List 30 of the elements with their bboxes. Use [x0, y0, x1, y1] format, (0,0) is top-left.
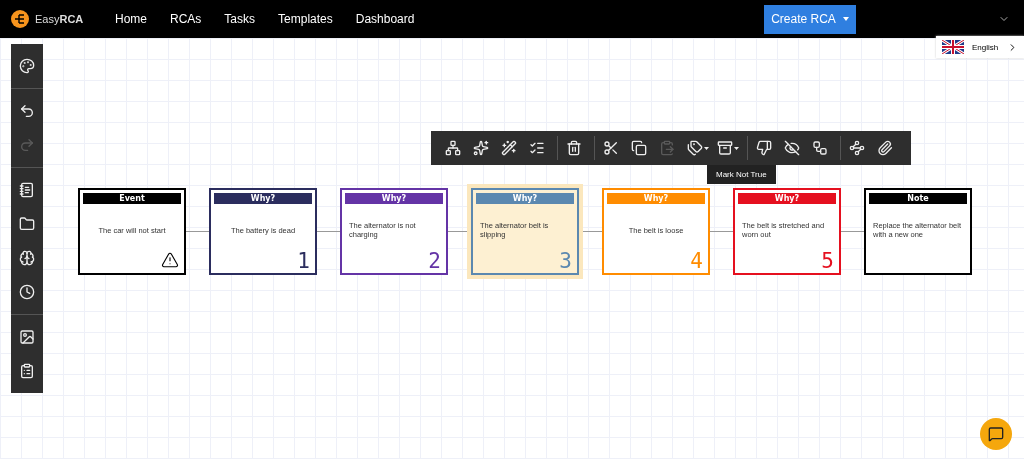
node-header: Note: [869, 193, 967, 204]
node-header: Why?: [738, 193, 836, 204]
node-number: 3: [559, 251, 572, 272]
warning-icon: [161, 251, 179, 269]
node-number: 2: [428, 251, 441, 272]
caret-icon: [734, 146, 739, 150]
language-button[interactable]: English: [936, 36, 1024, 58]
language-label: English: [972, 42, 999, 52]
tooltip: Mark Not True: [707, 165, 776, 184]
node-header: Event: [83, 193, 181, 204]
caret-icon: [842, 17, 849, 21]
nav-link[interactable]: RCAs: [170, 12, 202, 26]
logo-icon: [11, 10, 29, 28]
node-number: 4: [690, 251, 703, 272]
node-header: Why?: [214, 193, 312, 204]
node-header: Why?: [345, 193, 443, 204]
chat-icon: [988, 426, 1004, 442]
node-number: 5: [821, 251, 834, 272]
node-header: Why?: [476, 193, 574, 204]
caret-icon: [704, 146, 709, 150]
nav-link[interactable]: Templates: [278, 12, 333, 26]
chat-button[interactable]: [980, 418, 1012, 450]
flag-icon: [942, 40, 964, 54]
nav-link[interactable]: Dashboard: [355, 12, 415, 26]
create-rca-button[interactable]: Create RCA: [764, 4, 856, 34]
nav-link[interactable]: Tasks: [224, 12, 256, 26]
node-header: Why?: [607, 193, 705, 204]
node-number: 1: [297, 251, 310, 272]
nav-link[interactable]: Home: [115, 12, 147, 26]
logo-text: EasyRCA: [35, 13, 84, 25]
